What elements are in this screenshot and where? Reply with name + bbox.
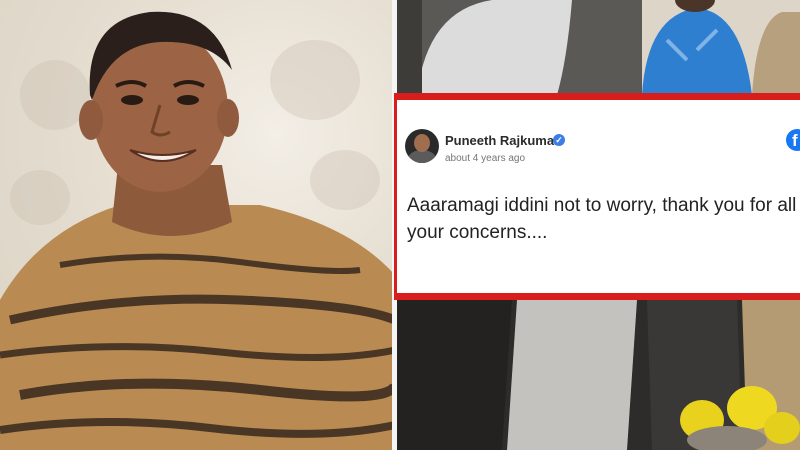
news-collage: Puneeth Rajkumar ✓ about 4 years ago Aaa… [0, 0, 800, 450]
portrait-figure [0, 11, 395, 450]
portrait-photo [0, 0, 395, 450]
verified-badge-icon: ✓ [553, 134, 565, 146]
social-post-card: Puneeth Rajkumar ✓ about 4 years ago Aaa… [394, 93, 800, 300]
post-text: Aaaramagi iddini not to worry, thank you… [407, 195, 797, 243]
post-timestamp[interactable]: about 4 years ago [445, 153, 525, 164]
author-name[interactable]: Puneeth Rajkumar [445, 133, 559, 148]
profile-avatar[interactable] [405, 129, 439, 163]
facebook-icon: f [786, 129, 800, 151]
